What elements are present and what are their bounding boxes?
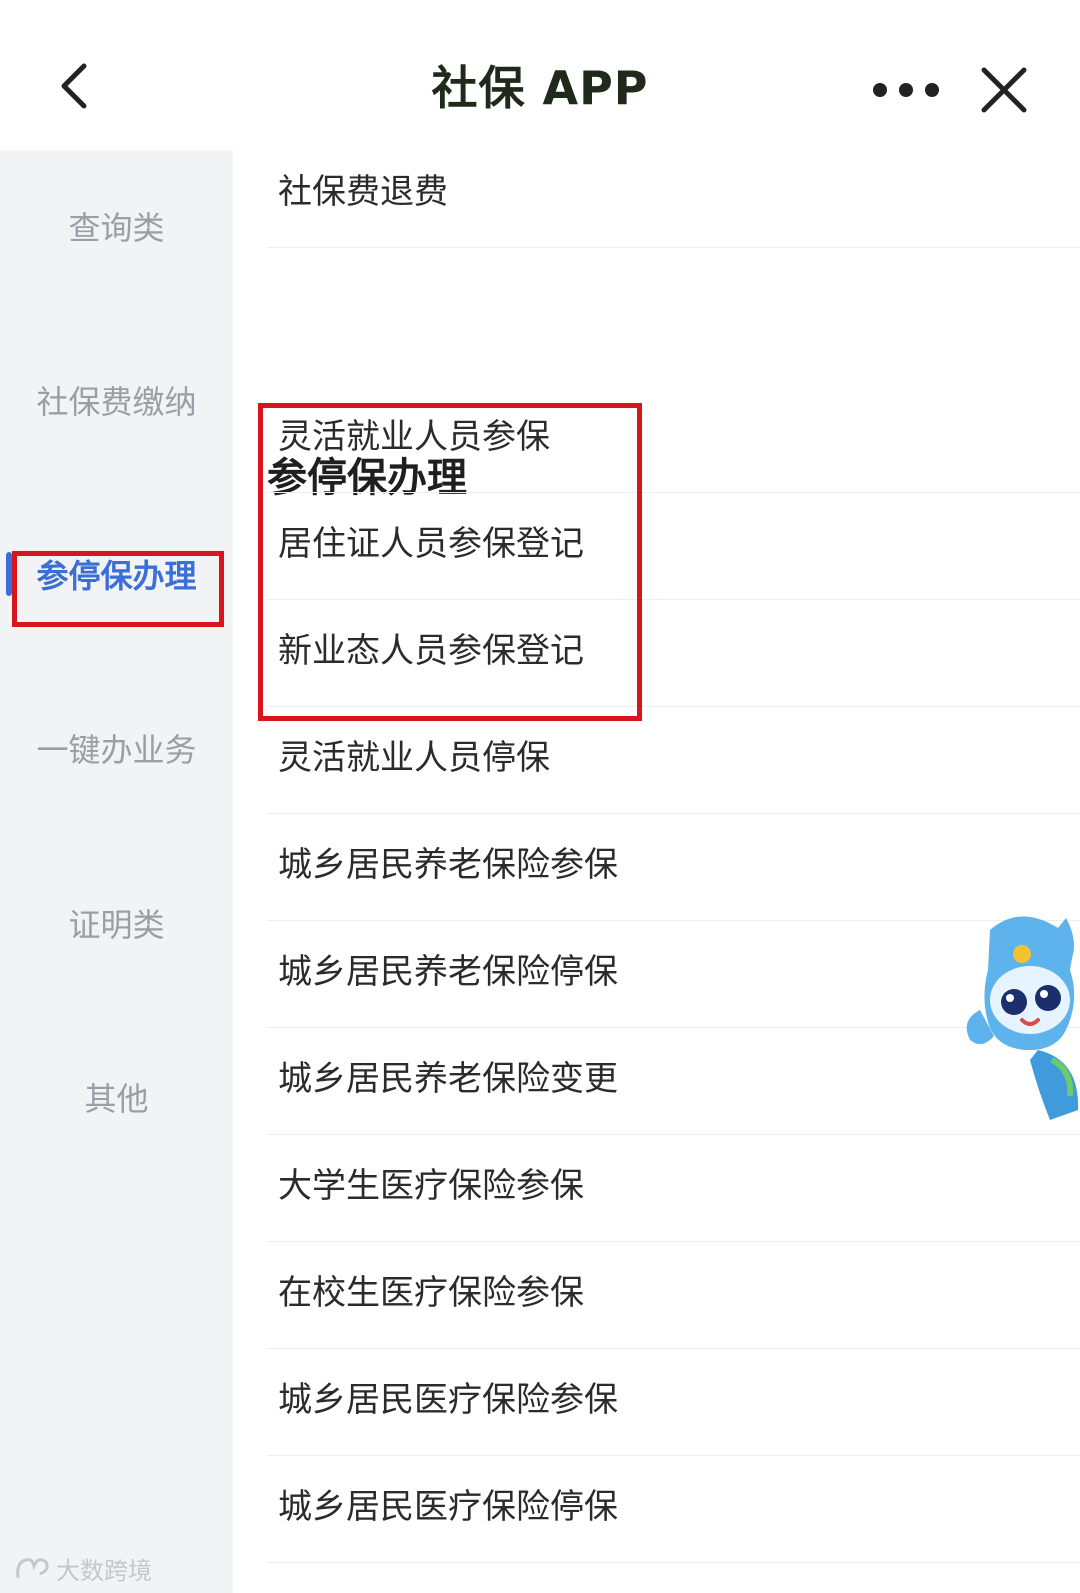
mascot-assistant[interactable] bbox=[960, 910, 1080, 1130]
sidebar-item-enrollment[interactable]: 参停保办理 bbox=[0, 536, 233, 616]
list-item[interactable]: 城乡居民养老保险停保 bbox=[267, 920, 1080, 1028]
sidebar-item-query[interactable]: 查询类 bbox=[0, 188, 233, 268]
list-item-label: 城乡居民医疗保险参保 bbox=[278, 1380, 618, 1420]
list-item-label: 城乡居民养老保险停保 bbox=[278, 952, 618, 992]
list-item-label: 城乡居民养老保险参保 bbox=[278, 845, 618, 885]
service-list-panel: 社保费退费 参停保办理 灵活就业人员参保 居住证人员参保登记 新业态人员参保登记… bbox=[233, 150, 1080, 1593]
watermark: 大数跨境 bbox=[14, 1551, 152, 1585]
robot-mascot-icon bbox=[966, 916, 1079, 1120]
list-item[interactable]: 在校生医疗保险参保 bbox=[267, 1241, 1080, 1349]
list-item-label: 在校生医疗保险参保 bbox=[278, 1273, 584, 1313]
list-item[interactable]: 城乡居民医疗保险停保 bbox=[267, 1455, 1080, 1563]
sidebar-item-other[interactable]: 其他 bbox=[0, 1059, 233, 1139]
list-item[interactable]: 城乡居民医疗保险参保 bbox=[267, 1348, 1080, 1456]
list-item-label: 灵活就业人员参保 bbox=[278, 417, 550, 457]
list-item[interactable]: 城乡居民养老保险参保 bbox=[267, 813, 1080, 921]
watermark-text: 大数跨境 bbox=[56, 1556, 152, 1585]
list-item-label: 灵活就业人员停保 bbox=[278, 738, 550, 778]
list-item-label: 居住证人员参保登记 bbox=[278, 524, 584, 564]
app-page: 社保 APP 查询类 社保费缴纳 参停保办理 一键办业务 证明类 其他 社保费退… bbox=[0, 0, 1080, 1593]
list-item-label: 社保费退费 bbox=[278, 172, 448, 212]
close-button[interactable] bbox=[978, 64, 1030, 116]
list-item-label: 新业态人员参保登记 bbox=[278, 631, 584, 671]
list-item[interactable]: 居住证人员参保登记 bbox=[267, 492, 1080, 600]
list-item-label: 大学生医疗保险参保 bbox=[278, 1166, 584, 1206]
category-sidebar: 查询类 社保费缴纳 参停保办理 一键办业务 证明类 其他 bbox=[0, 150, 233, 1593]
top-navigation-bar: 社保 APP bbox=[0, 0, 1080, 150]
sidebar-item-certificate[interactable]: 证明类 bbox=[0, 885, 233, 965]
list-item[interactable]: 大学生医疗保险参保 bbox=[267, 1134, 1080, 1242]
close-icon bbox=[981, 67, 1027, 113]
list-item[interactable]: 城乡居民养老保险变更 bbox=[267, 1027, 1080, 1135]
list-item[interactable]: 灵活就业人员停保 bbox=[267, 706, 1080, 814]
more-dots-icon bbox=[873, 83, 939, 97]
sidebar-item-payment[interactable]: 社保费缴纳 bbox=[0, 362, 233, 442]
more-options-button[interactable] bbox=[872, 74, 944, 106]
watermark-logo-icon bbox=[16, 1558, 49, 1579]
list-item[interactable]: 灵活就业人员参保 bbox=[267, 385, 1080, 493]
list-item-label: 城乡居民医疗保险停保 bbox=[278, 1487, 618, 1527]
list-item-label: 城乡居民养老保险变更 bbox=[278, 1059, 618, 1099]
list-item[interactable]: 新业态人员参保登记 bbox=[267, 599, 1080, 707]
list-item-refund[interactable]: 社保费退费 bbox=[267, 140, 1080, 248]
sidebar-item-one-click[interactable]: 一键办业务 bbox=[0, 710, 233, 790]
